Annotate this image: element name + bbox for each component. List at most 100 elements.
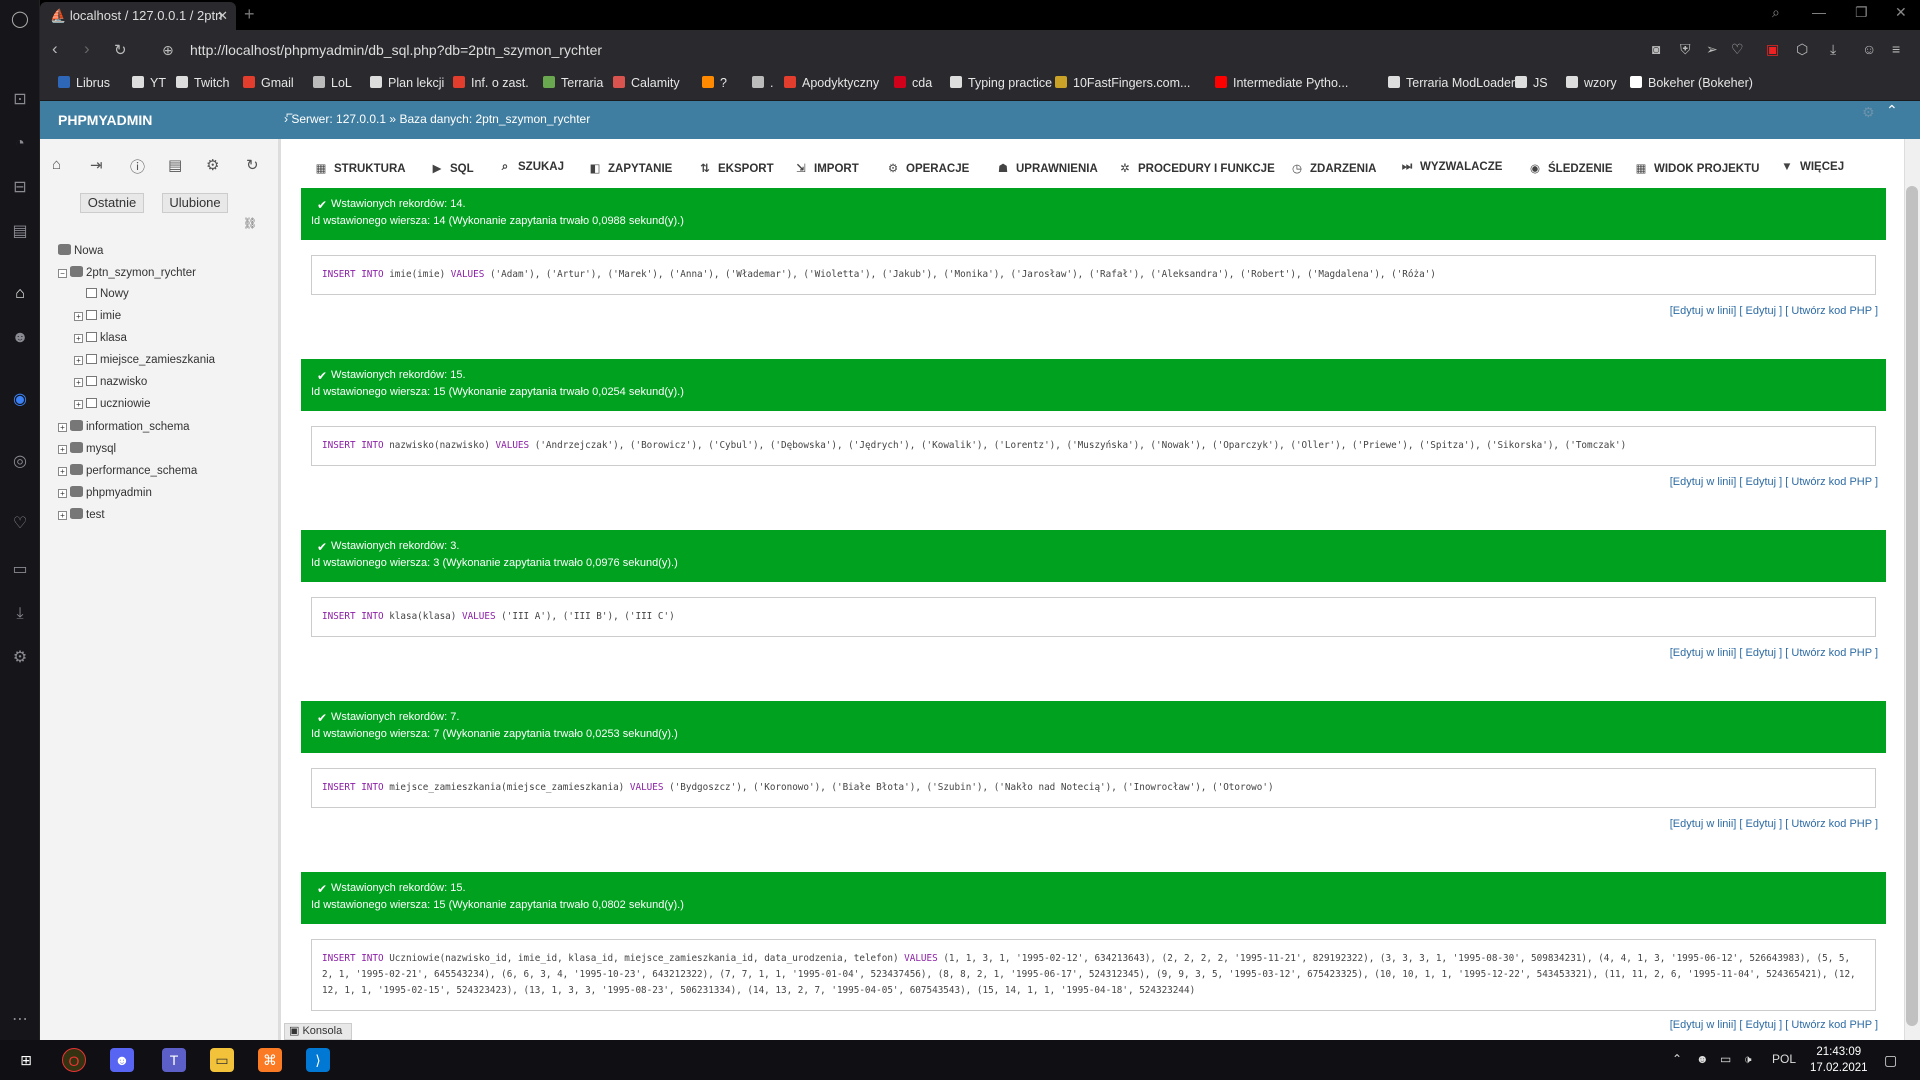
sql-query[interactable]: INSERT INTO nazwisko(nazwisko) VALUES ('…	[311, 426, 1876, 466]
expand-icon[interactable]: +	[74, 312, 83, 321]
docs-icon[interactable]: ▤	[168, 156, 182, 174]
edit-link[interactable]: [ Edytuj ]	[1739, 647, 1782, 659]
tree-table[interactable]: + uczniowie	[74, 398, 151, 410]
expand-icon[interactable]: +	[74, 400, 83, 409]
create-php-link[interactable]: [ Utwórz kod PHP ]	[1785, 818, 1878, 830]
heart-sidebar-icon[interactable]: ♡	[10, 514, 30, 534]
discord-icon[interactable]: ☻	[10, 328, 30, 348]
tree-database[interactable]: − 2ptn_szymon_rychter	[58, 266, 196, 279]
expand-icon[interactable]: +	[58, 445, 67, 454]
expand-icon[interactable]: +	[58, 467, 67, 476]
site-info-icon[interactable]: ⊕	[162, 42, 174, 59]
messenger-icon[interactable]: ◉	[10, 390, 30, 410]
sql-query[interactable]: INSERT INTO Uczniowie(nazwisko_id, imie_…	[311, 939, 1876, 1011]
opera-logo-icon[interactable]: ◯	[10, 10, 30, 30]
menu-structure[interactable]: ▦ STRUKTURA	[314, 161, 406, 175]
expand-icon[interactable]: +	[58, 489, 67, 498]
menu-query[interactable]: ◧ ZAPYTANIE	[588, 161, 673, 175]
tree-database[interactable]: + mysql	[58, 442, 116, 455]
tray-discord-icon[interactable]: ☻	[1696, 1052, 1709, 1066]
snapshot-icon[interactable]: ◙	[1652, 41, 1660, 57]
minimize-icon[interactable]: —	[1812, 4, 1826, 20]
tab-recent[interactable]: Ostatnie	[80, 193, 144, 213]
bookmark-item[interactable]: Twitch	[176, 76, 229, 90]
bookmark-item[interactable]: 10FastFingers.com...	[1055, 76, 1190, 90]
tree-table[interactable]: + miejsce_zamieszkania	[74, 354, 215, 366]
bookmark-item[interactable]: Typing practice	[950, 76, 1052, 90]
edit-inline-link[interactable]: [Edytuj w linii]	[1670, 476, 1737, 488]
expand-icon[interactable]: +	[58, 423, 67, 432]
tree-database[interactable]: + information_schema	[58, 420, 190, 433]
address-input[interactable]: http://localhost/phpmyadmin/db_sql.php?d…	[190, 42, 602, 58]
speed-icon[interactable]: ◔	[10, 134, 30, 154]
notifications-icon[interactable]: ▢	[1884, 1052, 1897, 1069]
edit-link[interactable]: [ Edytuj ]	[1739, 818, 1782, 830]
volume-icon[interactable]: 🕩	[1744, 1052, 1752, 1067]
menu-search[interactable]: ⌕ SZUKAJ	[498, 161, 564, 174]
send-icon[interactable]: ➢	[1706, 41, 1718, 58]
opera-taskbar-icon[interactable]: O	[62, 1048, 86, 1072]
heart-icon[interactable]: ♡	[1731, 41, 1744, 58]
explorer-taskbar-icon[interactable]: ▭	[210, 1048, 234, 1072]
scrollbar-thumb[interactable]	[1906, 186, 1918, 1026]
bookmark-item[interactable]: Apodyktyczny	[784, 76, 879, 90]
tab-close-icon[interactable]: ✕	[217, 2, 228, 30]
tray-chevron-icon[interactable]: ⌃	[1672, 1052, 1682, 1066]
console-button[interactable]: ▣ Konsola	[284, 1023, 352, 1040]
network-icon[interactable]: ▭	[1720, 1052, 1731, 1066]
clock[interactable]: 21:43:09 17.02.2021	[1810, 1044, 1868, 1076]
menu-sql[interactable]: ▶ SQL	[430, 161, 474, 175]
create-php-link[interactable]: [ Utwórz kod PHP ]	[1785, 1019, 1878, 1031]
sql-query[interactable]: INSERT INTO imie(imie) VALUES ('Adam'), …	[311, 255, 1876, 295]
bookmark-item[interactable]: Bokeher (Bokeher)	[1630, 76, 1753, 90]
expand-icon[interactable]: +	[74, 334, 83, 343]
reload-icon[interactable]: ↻	[114, 41, 127, 59]
bookmark-item[interactable]: Inf. o zast.	[453, 76, 529, 90]
settings-sidebar-icon[interactable]: ⚙	[10, 648, 30, 668]
teams-taskbar-icon[interactable]: T	[162, 1048, 186, 1072]
shield-icon[interactable]: ⛨	[1680, 41, 1691, 58]
menu-routines[interactable]: ✲ PROCEDURY I FUNKCJE	[1118, 161, 1275, 175]
maximize-icon[interactable]: ❐	[1855, 4, 1868, 21]
menu-more[interactable]: ▼ WIĘCEJ	[1780, 161, 1844, 173]
new-tab-plus-icon[interactable]: +	[244, 4, 255, 25]
browser-tab[interactable]: ⛵ localhost / 127.0.0.1 / 2ptn ✕	[40, 2, 236, 30]
tree-table[interactable]: + klasa	[74, 332, 127, 344]
edit-link[interactable]: [ Edytuj ]	[1739, 1019, 1782, 1031]
cube-icon[interactable]: ⬡	[1796, 41, 1808, 58]
tree-database[interactable]: + test	[58, 508, 105, 521]
vscode-taskbar-icon[interactable]: ⟩	[306, 1048, 330, 1072]
sql-query[interactable]: INSERT INTO miejsce_zamieszkania(miejsce…	[311, 768, 1876, 808]
expand-icon[interactable]: +	[58, 511, 67, 520]
windows-start-icon[interactable]: ⊞	[14, 1048, 38, 1072]
discord-taskbar-icon[interactable]: ☻	[110, 1048, 134, 1072]
extension-icon[interactable]: ▣	[1766, 41, 1779, 58]
collapse-icon[interactable]: −	[58, 269, 67, 278]
settings-menu-icon[interactable]: ≡	[1892, 41, 1900, 57]
search-tabs-icon[interactable]: ⌕	[1772, 4, 1780, 21]
bookmark-item[interactable]: ?	[702, 76, 727, 90]
menu-privileges[interactable]: ☗ UPRAWNIENIA	[996, 161, 1098, 175]
download-icon[interactable]: ⤓	[1830, 41, 1836, 58]
menu-events[interactable]: ◷ ZDARZENIA	[1290, 161, 1376, 175]
language-indicator[interactable]: POL	[1772, 1052, 1796, 1066]
bookmark-item[interactable]: Plan lekcji	[370, 76, 444, 90]
info-icon[interactable]: ⓘ	[130, 156, 145, 177]
menu-designer[interactable]: ▦ WIDOK PROJEKTU	[1634, 161, 1760, 175]
settings-nav-icon[interactable]: ⚙	[206, 156, 219, 174]
edit-inline-link[interactable]: [Edytuj w linii]	[1670, 1019, 1737, 1031]
breadcrumb-server[interactable]: Serwer: 127.0.0.1	[291, 112, 386, 126]
breadcrumb-db[interactable]: Baza danych: 2ptn_szymon_rychter	[399, 112, 590, 126]
menu-tracking[interactable]: ◉ ŚLEDZENIE	[1528, 161, 1613, 175]
edit-inline-link[interactable]: [Edytuj w linii]	[1670, 818, 1737, 830]
chat-icon[interactable]: ▭	[10, 560, 30, 580]
pma-settings-icon[interactable]: ⚙	[1862, 104, 1875, 121]
menu-export[interactable]: ⇅ EKSPORT	[698, 161, 773, 175]
bookmark-item[interactable]: Calamity	[613, 76, 680, 90]
edit-link[interactable]: [ Edytuj ]	[1739, 476, 1782, 488]
download-sidebar-icon[interactable]: ⤓	[10, 604, 30, 624]
bookmark-item[interactable]: .	[752, 76, 773, 90]
bookmark-item[interactable]: Terraria ModLoader...	[1388, 76, 1525, 90]
bookmark-item[interactable]: Librus	[58, 76, 110, 90]
menu-triggers[interactable]: ⏭ WYZWALACZE	[1400, 161, 1503, 174]
